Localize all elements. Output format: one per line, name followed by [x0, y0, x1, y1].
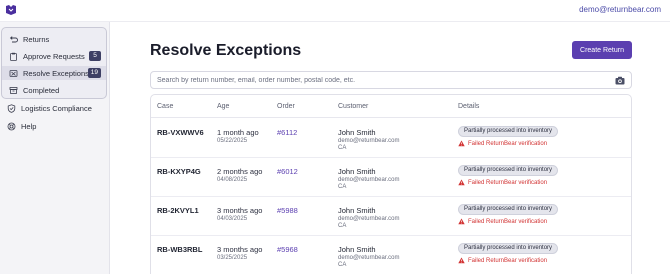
status-badge: Partially processed into inventory	[458, 204, 559, 215]
column-header-age[interactable]: Age	[217, 103, 229, 110]
case-id: RB-KXYP4G	[157, 167, 201, 176]
exceptions-icon	[9, 69, 18, 78]
status-badge: Partially processed into inventory	[458, 165, 559, 176]
table-row[interactable]: RB-KXYP4G 2 months ago 04/08/2025 #6012 …	[151, 158, 631, 197]
age-text: 2 months ago	[217, 167, 263, 176]
sidebar-item-logistics-compliance[interactable]: Logistics Compliance	[0, 101, 108, 115]
approve-requests-count-badge: 5	[89, 51, 101, 61]
sidebar-item-label: Completed	[23, 85, 60, 95]
resolve-exceptions-count-badge: 19	[87, 68, 101, 78]
sidebar-item-help[interactable]: Help	[0, 119, 108, 133]
case-id: RB-2KVYL1	[157, 206, 199, 215]
age-date: 04/03/2025	[217, 216, 248, 222]
warning-text: Failed ReturnBear verification	[468, 140, 548, 147]
search-bar	[150, 71, 632, 89]
create-return-button[interactable]: Create Return	[572, 41, 632, 59]
warning-text: Failed ReturnBear verification	[468, 218, 548, 225]
age-text: 1 month ago	[217, 128, 259, 137]
lifebuoy-icon	[7, 122, 16, 131]
table-row[interactable]: RB-VXWWV6 1 month ago 05/22/2025 #6112 J…	[151, 119, 631, 158]
sidebar-item-label: Approve Requests	[23, 51, 85, 61]
verification-warning: Failed ReturnBear verification	[458, 257, 547, 264]
column-header-customer[interactable]: Customer	[338, 103, 368, 110]
sidebar-item-completed[interactable]: Completed	[2, 83, 106, 97]
sidebar-item-label: Resolve Exceptions	[23, 68, 89, 78]
return-arrow-icon	[9, 35, 18, 44]
order-link[interactable]: #5968	[277, 245, 298, 254]
age-date: 04/08/2025	[217, 177, 248, 183]
customer-email: demo@returnbear.com	[338, 255, 400, 261]
customer-region: CA	[338, 262, 347, 268]
status-badge: Partially processed into inventory	[458, 243, 559, 254]
customer-region: CA	[338, 223, 347, 229]
verification-warning: Failed ReturnBear verification	[458, 218, 547, 225]
sidebar-item-approve-requests[interactable]: Approve Requests 5	[2, 49, 106, 63]
returns-nav-group: Returns Approve Requests 5 Resolve Excep…	[1, 27, 107, 99]
column-header-order[interactable]: Order	[277, 103, 295, 110]
camera-scan-icon[interactable]	[615, 76, 625, 85]
warning-text: Failed ReturnBear verification	[468, 179, 548, 186]
case-id: RB-WB3RBL	[157, 245, 203, 254]
sidebar-item-label: Help	[21, 121, 37, 131]
table-header: Case Age Order Customer Details	[151, 95, 631, 118]
case-id: RB-VXWWV6	[157, 128, 204, 137]
sidebar: Returns Approve Requests 5 Resolve Excep…	[0, 22, 110, 274]
archive-icon	[9, 86, 18, 95]
sidebar-item-returns[interactable]: Returns	[2, 32, 106, 46]
customer-email: demo@returnbear.com	[338, 177, 400, 183]
user-email-link[interactable]: demo@returnbear.com	[579, 5, 661, 14]
age-text: 3 months ago	[217, 206, 263, 215]
exceptions-table: Case Age Order Customer Details RB-VXWWV…	[150, 94, 632, 274]
top-bar: demo@returnbear.com	[0, 0, 670, 22]
customer-email: demo@returnbear.com	[338, 138, 400, 144]
search-input[interactable]	[157, 75, 607, 86]
main-content: Resolve Exceptions Create Return Case Ag…	[111, 22, 670, 274]
customer-region: CA	[338, 184, 347, 190]
column-header-details[interactable]: Details	[458, 103, 479, 110]
sidebar-item-label: Logistics Compliance	[21, 103, 92, 113]
customer-region: CA	[338, 145, 347, 151]
column-header-case[interactable]: Case	[157, 103, 173, 110]
age-date: 03/25/2025	[217, 255, 248, 261]
verification-warning: Failed ReturnBear verification	[458, 140, 547, 147]
order-link[interactable]: #6112	[277, 128, 297, 137]
warning-text: Failed ReturnBear verification	[468, 257, 548, 264]
order-link[interactable]: #6012	[277, 167, 298, 176]
warning-triangle-icon	[458, 218, 465, 225]
customer-name: John Smith	[338, 206, 376, 215]
customer-name: John Smith	[338, 128, 376, 137]
warning-triangle-icon	[458, 257, 465, 264]
returnbear-logo-icon[interactable]	[5, 4, 17, 16]
table-row[interactable]: RB-2KVYL1 3 months ago 04/03/2025 #5988 …	[151, 197, 631, 236]
customer-name: John Smith	[338, 167, 376, 176]
verification-warning: Failed ReturnBear verification	[458, 179, 547, 186]
warning-triangle-icon	[458, 179, 465, 186]
sidebar-item-label: Returns	[23, 34, 50, 44]
table-row[interactable]: RB-WB3RBL 3 months ago 03/25/2025 #5968 …	[151, 236, 631, 274]
age-date: 05/22/2025	[217, 138, 248, 144]
customer-name: John Smith	[338, 245, 376, 254]
age-text: 3 months ago	[217, 245, 263, 254]
warning-triangle-icon	[458, 140, 465, 147]
shield-icon	[7, 103, 16, 113]
page-title: Resolve Exceptions	[150, 42, 302, 59]
clipboard-icon	[9, 52, 18, 61]
order-link[interactable]: #5988	[277, 206, 298, 215]
sidebar-item-resolve-exceptions[interactable]: Resolve Exceptions 19	[2, 66, 106, 80]
customer-email: demo@returnbear.com	[338, 216, 400, 222]
status-badge: Partially processed into inventory	[458, 126, 559, 137]
